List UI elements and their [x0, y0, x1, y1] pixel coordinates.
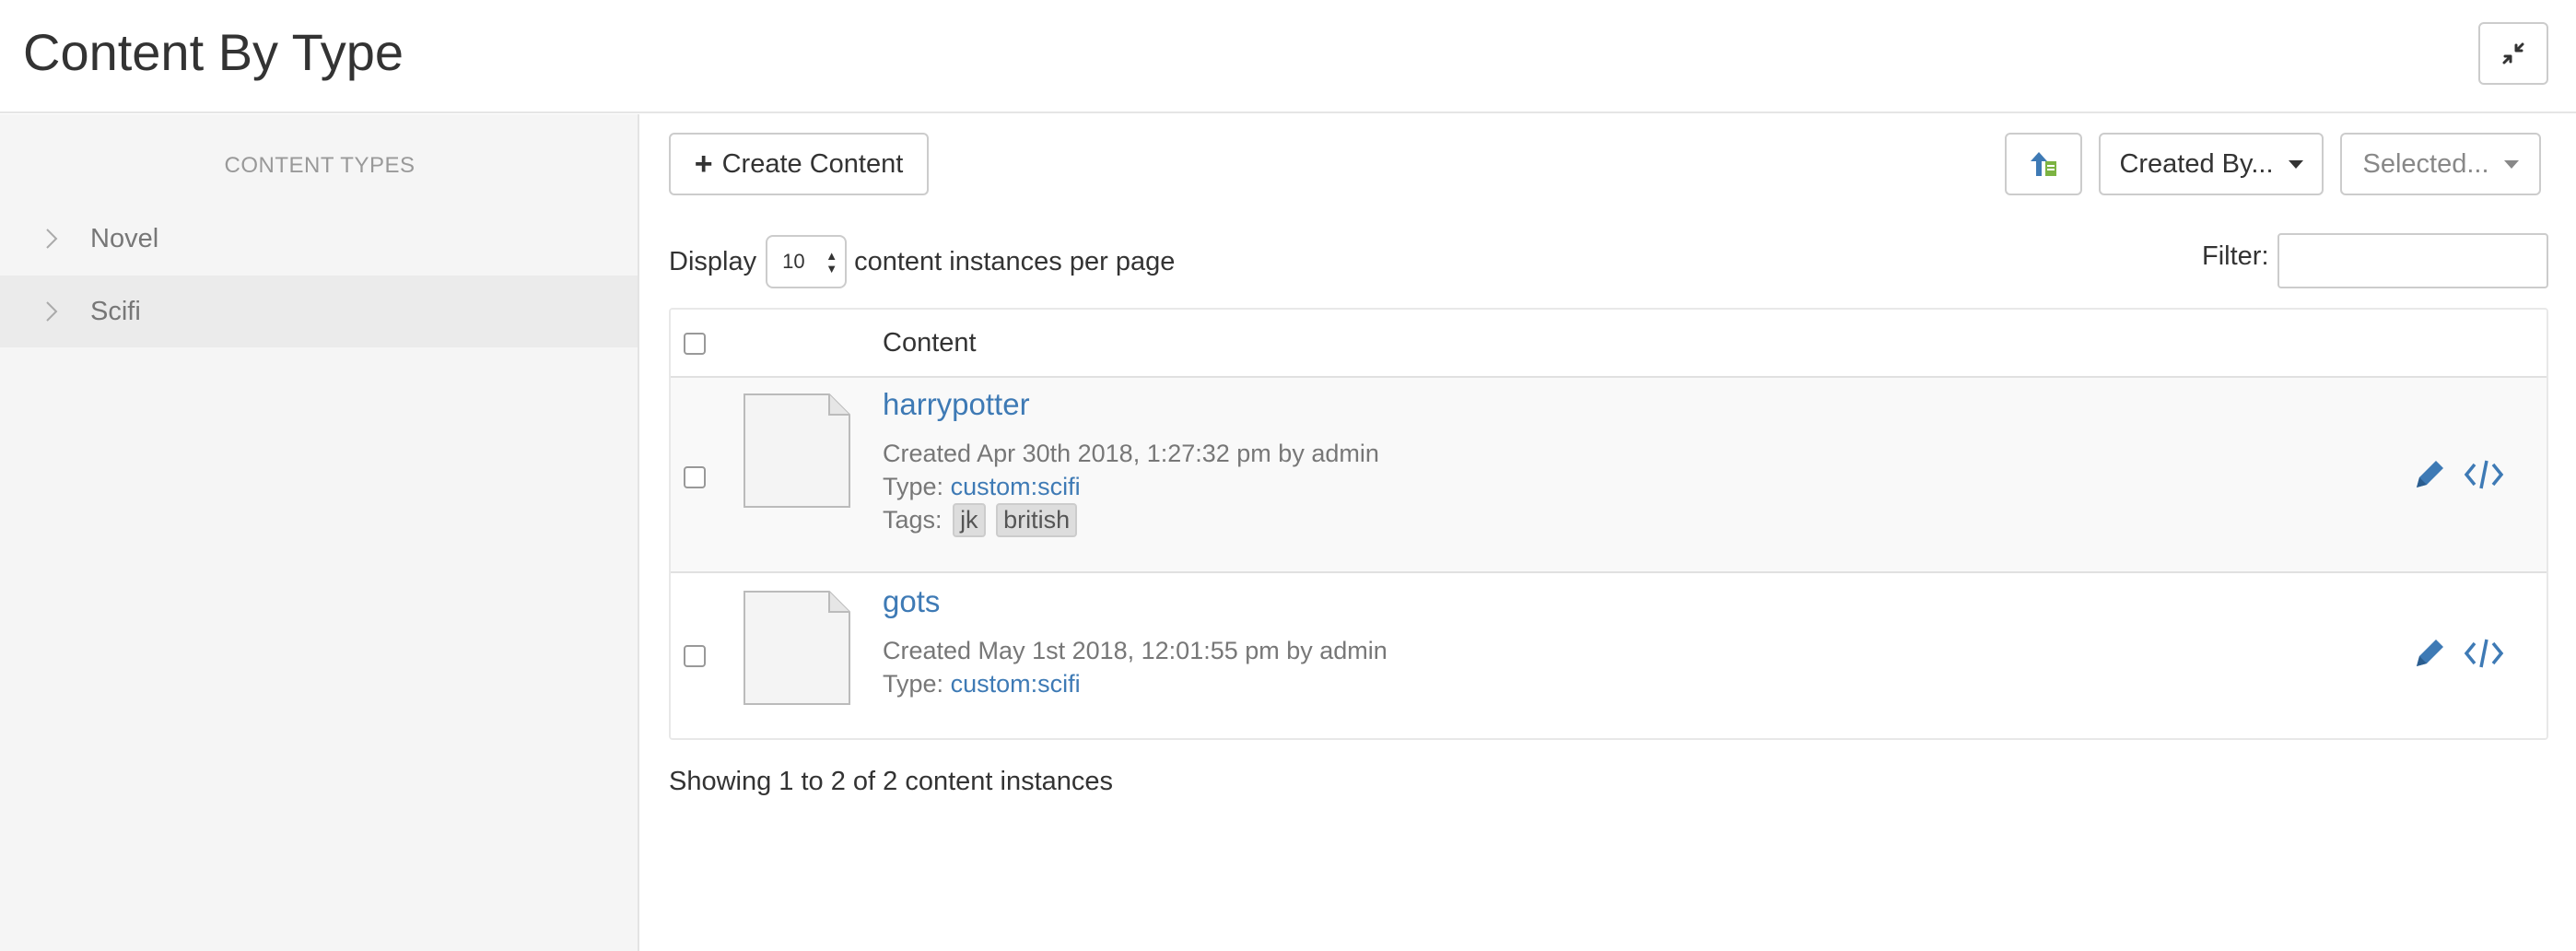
main-content: + Create Content Created By... Selected.…: [641, 114, 2576, 951]
created-by-label: Created By...: [2119, 148, 2274, 179]
content-table: Content harrypotter Created Apr 30th 201…: [669, 308, 2548, 740]
caret-down-icon: [2288, 159, 2303, 169]
created-by-dropdown[interactable]: Created By...: [2099, 133, 2324, 195]
sidebar-item-label: Novel: [90, 223, 159, 253]
create-content-label: Create Content: [721, 148, 904, 179]
chevron-right-icon: [0, 300, 90, 323]
collapse-button[interactable]: [2478, 22, 2548, 85]
type-label: Type:: [883, 473, 944, 500]
sidebar-heading: CONTENT TYPES: [224, 153, 416, 178]
caret-down-icon: [2503, 159, 2519, 169]
sidebar-item-novel[interactable]: Novel: [0, 203, 638, 275]
document-icon: [744, 591, 850, 705]
page-size-row: Display 10 ▲ ▼ content instances per page: [669, 234, 1175, 289]
row-actions: [2412, 457, 2504, 492]
created-info: Created Apr 30th 2018, 1:27:32 pm by adm…: [883, 440, 1379, 467]
create-content-button[interactable]: + Create Content: [669, 133, 929, 195]
content-title-link[interactable]: gots: [883, 584, 940, 619]
code-icon[interactable]: [2464, 636, 2504, 671]
export-icon: [2031, 152, 2056, 176]
sidebar-item-label: Scifi: [90, 296, 141, 326]
row-actions: [2412, 636, 2504, 671]
code-icon[interactable]: [2464, 457, 2504, 492]
export-button[interactable]: [2005, 133, 2082, 195]
select-all-checkbox[interactable]: [684, 333, 706, 355]
document-icon: [744, 393, 850, 508]
row-checkbox[interactable]: [684, 466, 706, 488]
content-title-link[interactable]: harrypotter: [883, 387, 1030, 422]
plus-icon: +: [694, 147, 713, 182]
sidebar: CONTENT TYPES Novel Scifi: [0, 114, 639, 951]
row-checkbox[interactable]: [684, 645, 706, 667]
selected-dropdown[interactable]: Selected...: [2340, 133, 2541, 195]
type-link[interactable]: custom:scifi: [951, 473, 1081, 500]
type-info: Type: custom:scifi: [883, 670, 1081, 699]
content-column-header: Content: [883, 328, 977, 358]
compress-icon: [2502, 42, 2524, 65]
table-row: harrypotter Created Apr 30th 2018, 1:27:…: [671, 378, 2547, 573]
type-link[interactable]: custom:scifi: [951, 670, 1081, 698]
tags-info: Tags: jk british: [883, 503, 1078, 537]
page-size-select[interactable]: 10 ▲ ▼: [766, 235, 848, 288]
page-size-value: 10: [782, 250, 805, 273]
page-title: Content By Type: [23, 23, 404, 81]
display-suffix: content instances per page: [854, 246, 1176, 276]
display-prefix: Display: [669, 246, 757, 276]
selected-label: Selected...: [2362, 148, 2489, 179]
sidebar-item-scifi[interactable]: Scifi: [0, 276, 638, 347]
type-info: Type: custom:scifi: [883, 473, 1081, 501]
edit-pencil-icon[interactable]: [2412, 457, 2447, 492]
filter-input[interactable]: [2277, 233, 2548, 288]
chevron-right-icon: [0, 228, 90, 250]
table-header: Content: [671, 310, 2547, 378]
pagination-summary: Showing 1 to 2 of 2 content instances: [669, 767, 1114, 796]
page-header: Content By Type: [0, 0, 2576, 113]
type-label: Type:: [883, 670, 944, 698]
tags-label: Tags:: [883, 506, 943, 534]
spinner-arrows-icon: ▲ ▼: [825, 249, 838, 276]
edit-pencil-icon[interactable]: [2412, 636, 2447, 671]
created-info: Created May 1st 2018, 12:01:55 pm by adm…: [883, 637, 1388, 664]
filter-label: Filter:: [2202, 241, 2269, 271]
tag-badge[interactable]: british: [996, 503, 1078, 537]
tag-badge[interactable]: jk: [953, 503, 986, 537]
table-row: gots Created May 1st 2018, 12:01:55 pm b…: [671, 575, 2547, 738]
